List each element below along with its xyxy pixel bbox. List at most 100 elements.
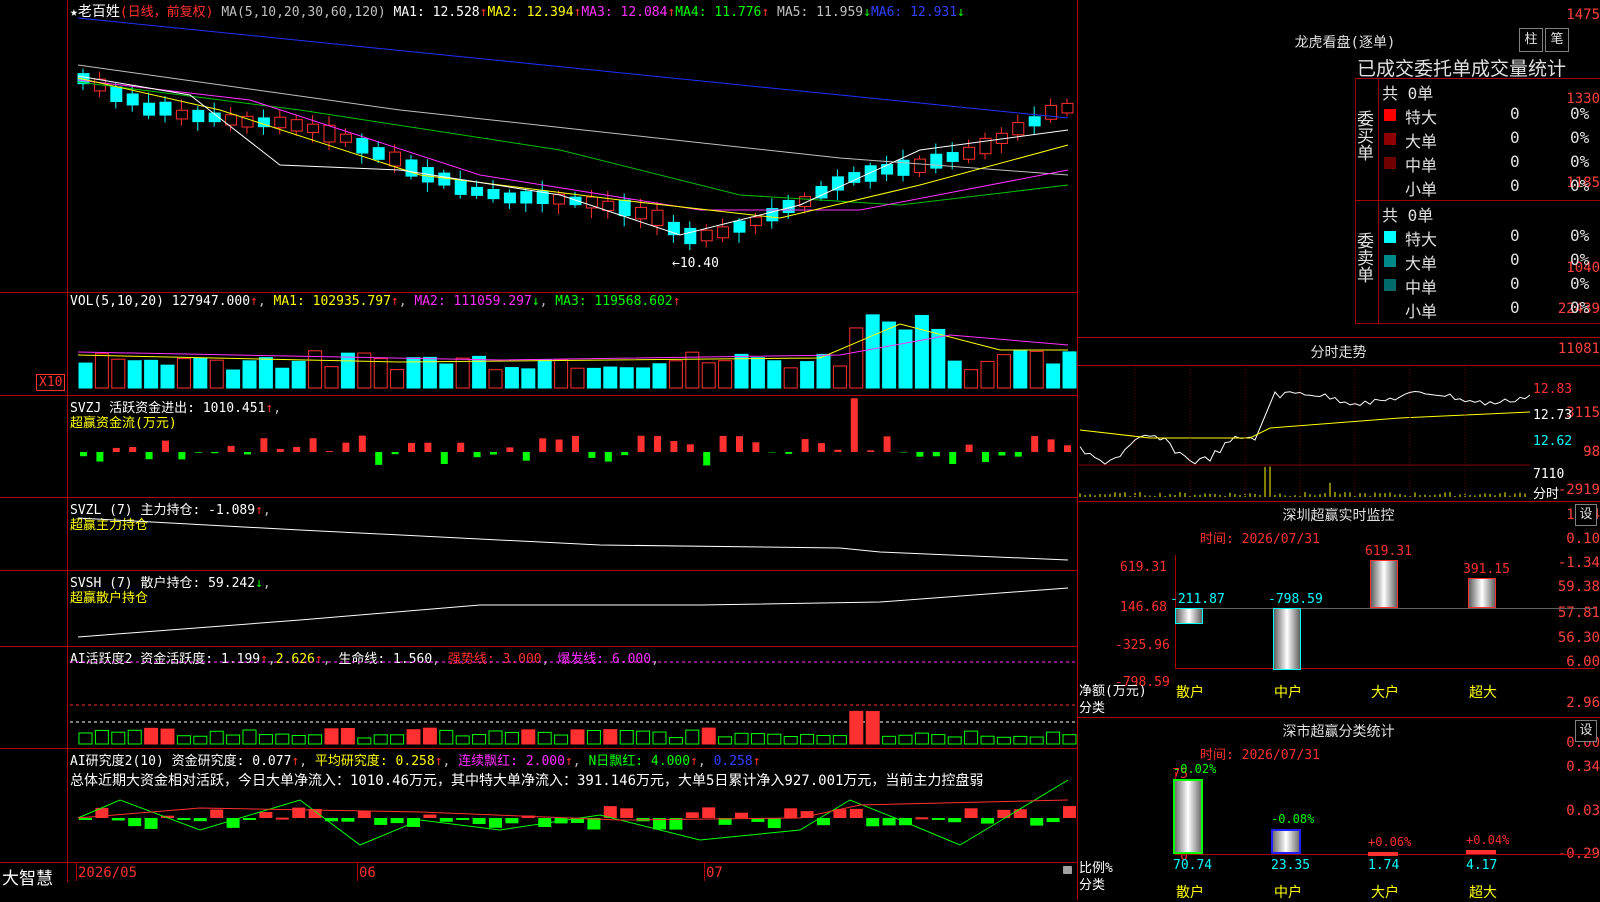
volume-bar <box>374 359 387 388</box>
ai2-bar <box>997 810 1010 818</box>
classify-bar-1[interactable] <box>1271 829 1301 854</box>
ai2-bar <box>505 818 518 823</box>
ai1-bar <box>620 731 633 744</box>
monitor-bar-3[interactable] <box>1468 578 1496 608</box>
candle-body <box>340 134 351 142</box>
ai1-bar <box>735 733 748 744</box>
candle-body <box>488 189 499 198</box>
ai2-bar <box>456 818 469 820</box>
classify-bar-0[interactable] <box>1173 779 1203 854</box>
volume-bar <box>604 367 617 388</box>
ai1-bar <box>948 737 961 744</box>
ai2-bar <box>735 813 748 818</box>
dragon-mid-divider <box>1355 200 1600 201</box>
buy-3-swatch <box>1384 181 1396 193</box>
volume-bar <box>391 370 404 388</box>
monitor-settings-button[interactable]: 设 <box>1575 504 1597 526</box>
monitor-val-3: 391.15 <box>1463 562 1510 577</box>
classify-pct-3: 4.17 <box>1466 858 1497 873</box>
ai2-bar <box>259 812 272 818</box>
ai2-bar <box>1047 818 1060 822</box>
sell-0-value: 0 <box>1510 226 1520 245</box>
svzj-bar <box>129 447 136 452</box>
buy-1-swatch <box>1384 133 1396 145</box>
ai1-bar <box>997 737 1010 744</box>
monitor-xlab: 分类 <box>1079 697 1105 716</box>
tick-view-button[interactable]: 笔 <box>1545 28 1569 52</box>
classify-cat-2: 大户 <box>1371 882 1399 902</box>
svzj-bar <box>260 438 267 452</box>
ai2-bar <box>391 818 404 823</box>
ai2-bar <box>850 809 863 818</box>
ai2-bar <box>883 818 896 825</box>
ai1-bar <box>669 738 682 744</box>
candle-body <box>160 102 171 115</box>
buy-0-value: 0 <box>1510 104 1520 123</box>
minute-axis-mid: 12.73 <box>1533 408 1572 423</box>
ai1-bar <box>965 731 978 744</box>
candle-body <box>750 217 761 226</box>
classify-bar-2[interactable] <box>1368 852 1398 856</box>
candle-body <box>308 124 319 132</box>
classify-chg-0: -0.02% <box>1173 762 1216 776</box>
column-view-button[interactable]: 柱 <box>1519 28 1543 52</box>
ai1-bar <box>456 736 469 744</box>
sell-total: 共 0单 <box>1382 202 1433 226</box>
monitor-cat-3: 超大 <box>1469 682 1497 702</box>
candle-body <box>652 210 663 225</box>
candle-body <box>882 165 893 174</box>
classify-bar-3[interactable] <box>1466 850 1496 854</box>
volume-bar <box>538 360 551 388</box>
candle-body <box>718 227 729 238</box>
ai1-bar <box>555 735 568 744</box>
candle-body <box>291 120 302 131</box>
monitor-bar-2[interactable] <box>1370 560 1398 608</box>
svzj-bar <box>703 452 710 465</box>
ai1-bar <box>194 736 207 744</box>
ai1-bar <box>440 730 453 744</box>
ai1-bar <box>177 736 190 744</box>
monitor-bar-1[interactable] <box>1273 608 1301 670</box>
monitor-bar-0[interactable] <box>1175 608 1203 624</box>
volume-bar <box>899 330 912 388</box>
volume-bar <box>210 360 223 388</box>
svzj-bar <box>982 452 989 462</box>
ai1-bar <box>112 732 125 744</box>
ai1-bar <box>243 730 256 744</box>
volume-bar <box>1047 364 1060 388</box>
svzj-bar <box>998 452 1005 455</box>
candle-body <box>964 147 975 159</box>
volume-bar <box>1063 352 1076 388</box>
volume-bar <box>833 366 846 388</box>
ai2-bar <box>276 818 289 820</box>
svzj-bar <box>441 452 448 464</box>
svzj-bar <box>638 436 645 452</box>
ai2-bar <box>866 818 879 826</box>
buy-1-label: 大单 <box>1405 128 1437 152</box>
classify-panel-border <box>1077 717 1600 718</box>
minute-vol-sub: 分时 <box>1533 483 1559 502</box>
ai1-bar <box>325 729 338 744</box>
ai1-bar <box>95 730 108 744</box>
volume-bar <box>702 363 715 388</box>
ai2-bar <box>292 808 305 818</box>
svzj-bar <box>392 452 399 454</box>
classify-settings-button[interactable]: 设 <box>1575 720 1597 742</box>
ai1-bar <box>374 735 387 744</box>
volume-bar <box>817 354 830 388</box>
buy-1-value: 0 <box>1510 128 1520 147</box>
ai2-bar <box>620 808 633 818</box>
ai1-bar <box>1047 732 1060 744</box>
dragon-side-divider <box>1378 78 1379 324</box>
volume-bar <box>95 354 108 388</box>
ai1-bar <box>473 735 486 744</box>
svzj-bar <box>539 438 546 452</box>
ai2-bar <box>784 808 797 818</box>
svzj-bar <box>326 451 333 452</box>
minute-box[interactable] <box>1077 365 1600 500</box>
monitor-cat-2: 大户 <box>1371 682 1399 702</box>
svzj-bar <box>359 436 366 452</box>
candle-body <box>1062 103 1073 113</box>
volume-bar <box>489 370 502 388</box>
classify-cat-3: 超大 <box>1469 882 1497 902</box>
